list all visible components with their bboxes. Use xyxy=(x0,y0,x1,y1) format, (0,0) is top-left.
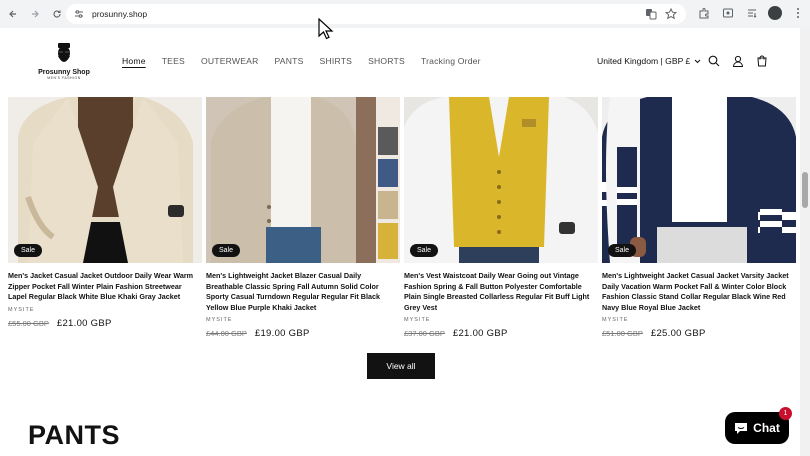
scrollbar-thumb[interactable] xyxy=(802,172,808,208)
account-icon[interactable] xyxy=(731,54,745,68)
store-logo[interactable]: Prosunny Shop MEN'S FASHION xyxy=(38,42,90,84)
product-card[interactable]: Sale Men's Jacket Casual Jacket Outdoor … xyxy=(8,97,202,339)
address-bar[interactable]: prosunny.shop xyxy=(66,4,686,24)
product-card[interactable]: Sale Men's Vest Waistcoat Daily Wear Goi… xyxy=(404,97,598,339)
compare-price: £55.00 GBP xyxy=(8,318,49,328)
product-title[interactable]: Men's Jacket Casual Jacket Outdoor Daily… xyxy=(8,271,202,303)
nav-outerwear[interactable]: OUTERWEAR xyxy=(201,56,259,66)
back-icon[interactable] xyxy=(4,5,22,23)
chat-bubble-icon xyxy=(735,422,748,434)
compare-price: £44.00 GBP xyxy=(206,329,247,338)
section-title-pants: PANTS xyxy=(28,420,121,450)
product-card[interactable]: Sale Men's Lightweight Jacket Casual Jac… xyxy=(602,97,796,339)
cart-icon[interactable] xyxy=(755,54,769,68)
locale-selector[interactable]: United Kingdom | GBP £ xyxy=(597,56,701,66)
nav-pants[interactable]: PANTS xyxy=(275,56,304,66)
forward-icon[interactable] xyxy=(26,5,44,23)
nav-shirts[interactable]: SHIRTS xyxy=(320,56,353,66)
product-image[interactable]: Sale xyxy=(602,97,796,263)
product-title[interactable]: Men's Lightweight Jacket Casual Jacket V… xyxy=(602,271,796,313)
product-image[interactable]: Sale xyxy=(404,97,598,263)
compare-price: £51.00 GBP xyxy=(602,329,643,338)
reload-icon[interactable] xyxy=(48,5,66,23)
product-title[interactable]: Men's Vest Waistcoat Daily Wear Going ou… xyxy=(404,271,598,313)
header-icons xyxy=(707,54,769,68)
locale-label: United Kingdom | GBP £ xyxy=(597,56,691,66)
sale-badge: Sale xyxy=(212,244,241,257)
nav-tees[interactable]: TEES xyxy=(162,56,185,66)
product-vendor: MYSITE xyxy=(206,317,233,323)
sale-price: £21.00 GBP xyxy=(56,317,112,329)
logo-tagline: MEN'S FASHION xyxy=(47,76,81,80)
product-vendor: MYSITE xyxy=(8,306,35,313)
product-title[interactable]: Men's Lightweight Jacket Blazer Casual D… xyxy=(206,271,400,313)
site-header: Prosunny Shop MEN'S FASHION Home TEES OU… xyxy=(0,28,800,94)
product-card[interactable]: Sale Men's Lightweight Jacket Blazer Cas… xyxy=(206,97,400,339)
main-nav: Home TEES OUTERWEAR PANTS SHIRTS SHORTS … xyxy=(122,56,497,66)
extensions-icon[interactable] xyxy=(696,5,712,21)
site-settings-icon[interactable] xyxy=(72,7,86,21)
logo-name: Prosunny Shop xyxy=(38,69,90,76)
product-image[interactable]: Sale xyxy=(206,97,400,263)
sale-badge: Sale xyxy=(410,244,439,257)
product-image[interactable]: Sale xyxy=(8,97,202,263)
chevron-down-icon xyxy=(694,59,701,63)
sale-badge: Sale xyxy=(14,244,43,257)
nav-shorts[interactable]: SHORTS xyxy=(368,56,405,66)
menu-dots-icon[interactable] xyxy=(790,5,806,21)
search-icon[interactable] xyxy=(707,54,721,68)
chat-label: Chat xyxy=(753,421,780,435)
sale-price: £21.00 GBP xyxy=(452,328,508,339)
page-scrollbar[interactable] xyxy=(800,28,810,456)
browser-toolbar: prosunny.shop xyxy=(0,0,810,28)
nav-tracking-order[interactable]: Tracking Order xyxy=(421,56,481,66)
logo-man-icon xyxy=(58,43,70,62)
downloads-icon[interactable] xyxy=(744,5,760,21)
sale-badge: Sale xyxy=(608,244,637,257)
compare-price: £37.00 GBP xyxy=(404,329,445,338)
sale-price: £25.00 GBP xyxy=(650,328,706,339)
bookmark-star-icon[interactable] xyxy=(664,7,678,21)
product-grid: Sale Men's Jacket Casual Jacket Outdoor … xyxy=(8,97,796,339)
translate-icon[interactable] xyxy=(644,7,658,21)
product-vendor: MYSITE xyxy=(404,317,431,323)
profile-avatar[interactable] xyxy=(768,6,782,20)
sale-price: £19.00 GBP xyxy=(254,328,310,339)
product-vendor: MYSITE xyxy=(602,317,629,323)
nav-home[interactable]: Home xyxy=(122,56,146,66)
chat-notification-badge: 1 xyxy=(779,407,792,420)
media-icon[interactable] xyxy=(720,5,736,21)
url-text[interactable]: prosunny.shop xyxy=(92,9,147,19)
view-all-button[interactable]: View all xyxy=(367,353,435,379)
